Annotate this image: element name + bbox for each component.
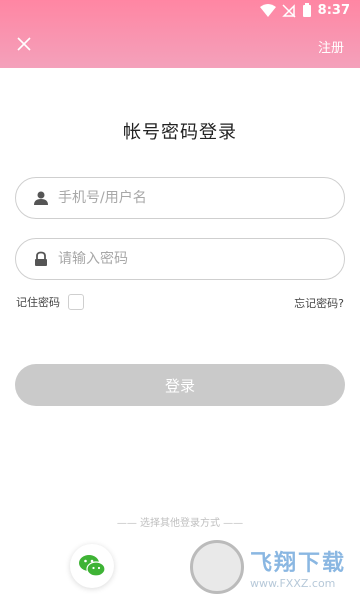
register-link[interactable]: 注册 <box>318 37 344 56</box>
forgot-password-link[interactable]: 忘记密码? <box>294 295 344 311</box>
username-input[interactable] <box>58 190 308 206</box>
watermark-logo-icon <box>190 540 244 594</box>
remember-label: 记住密码 <box>16 296 60 309</box>
password-field[interactable] <box>15 238 345 280</box>
status-icons: 8:37 <box>259 3 350 18</box>
signal-off-icon <box>281 3 296 18</box>
status-time: 8:37 <box>317 3 350 18</box>
page-title: 帐号密码登录 <box>123 122 237 143</box>
other-login-label: —— 选择其他登录方式 —— <box>116 518 244 529</box>
watermark-url: www.FXXZ.com <box>250 576 336 590</box>
login-button[interactable]: 登录 <box>15 364 345 406</box>
watermark-text: 飞翔下载 www.FXXZ.com <box>250 545 346 590</box>
close-icon[interactable] <box>14 34 34 54</box>
status-bar: 8:37 <box>0 0 360 24</box>
battery-icon <box>302 3 311 17</box>
username-field[interactable] <box>15 177 345 219</box>
wechat-icon <box>79 555 106 577</box>
wifi-icon <box>259 3 276 17</box>
password-input[interactable] <box>58 251 308 267</box>
remember-password[interactable]: 记住密码 <box>16 294 84 310</box>
lock-icon <box>32 250 50 268</box>
wechat-login-button[interactable] <box>70 544 114 588</box>
remember-checkbox[interactable] <box>68 294 84 310</box>
user-icon <box>32 189 50 207</box>
watermark-title: 飞翔下载 <box>250 550 347 576</box>
app-header: 8:37 注册 <box>0 0 360 68</box>
watermark: 飞翔下载 www.FXXZ.com <box>190 536 350 598</box>
